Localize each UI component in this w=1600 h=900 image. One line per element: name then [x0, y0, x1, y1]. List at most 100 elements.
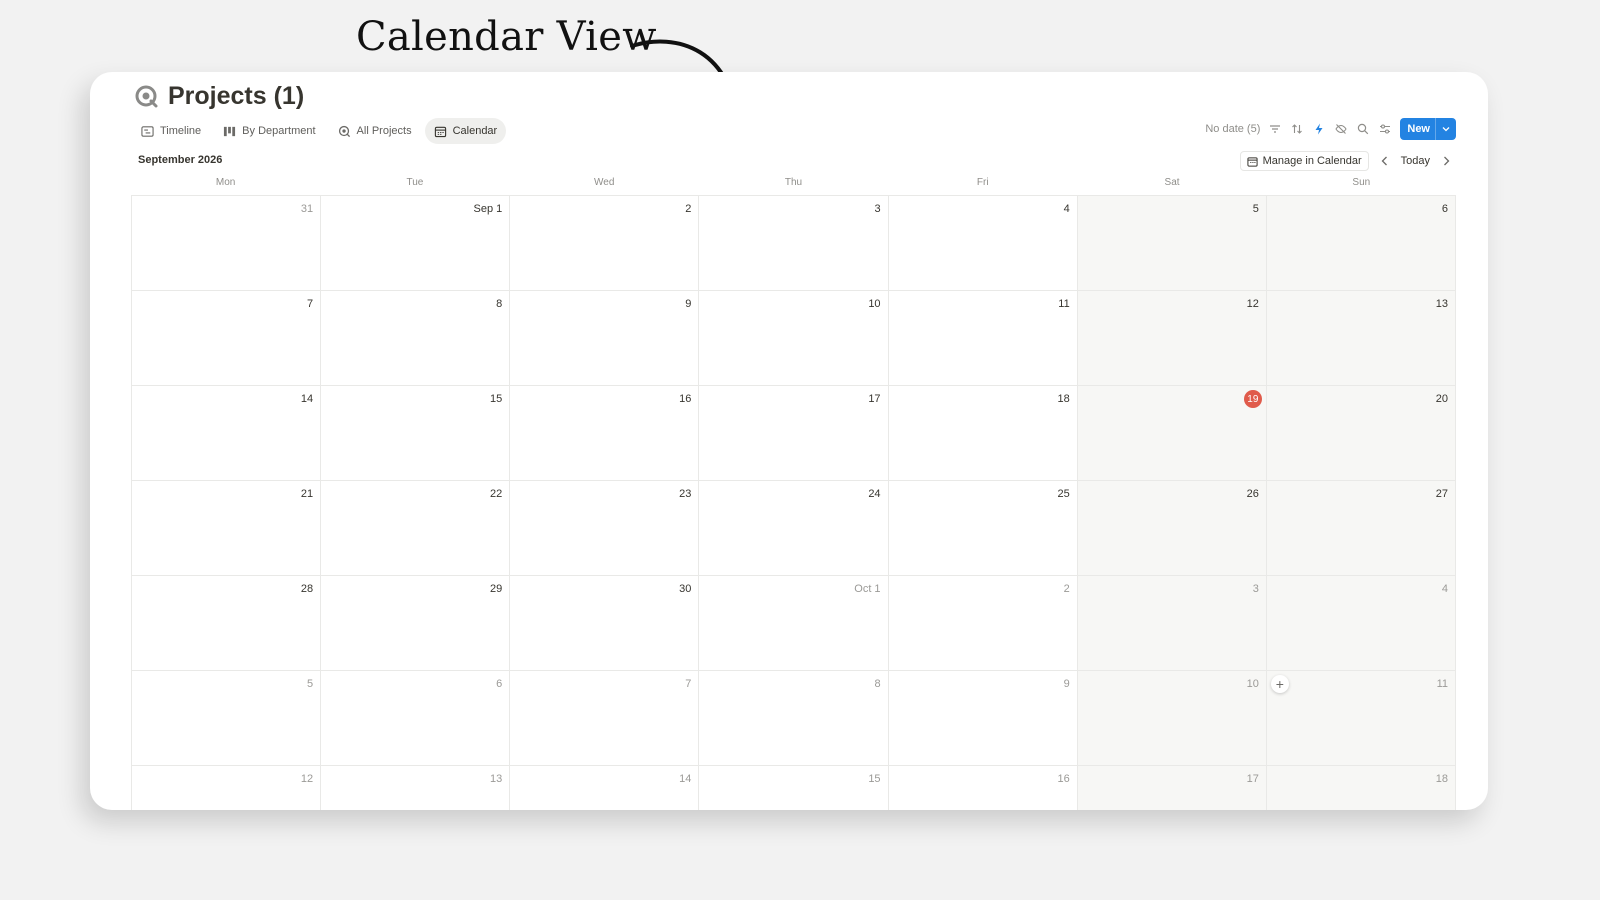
calendar-day[interactable]: Oct 1: [699, 576, 889, 671]
tab-timeline[interactable]: Timeline: [132, 118, 210, 144]
settings-icon[interactable]: [1378, 122, 1392, 136]
day-number: 4: [1063, 203, 1070, 215]
day-number: 12: [300, 773, 314, 785]
calendar-day[interactable]: 14: [510, 766, 700, 810]
tab-calendar[interactable]: Calendar: [424, 118, 507, 144]
add-event-button[interactable]: +: [1270, 675, 1289, 693]
calendar-day[interactable]: 5: [132, 671, 322, 766]
day-number: 7: [685, 678, 692, 690]
new-button[interactable]: New: [1400, 118, 1456, 140]
calendar-day[interactable]: 6: [1266, 196, 1456, 291]
day-number: 6: [1441, 203, 1448, 215]
calendar-day[interactable]: 17: [1077, 766, 1267, 810]
filter-icon[interactable]: [1268, 122, 1282, 136]
calendar-day[interactable]: 13: [1266, 291, 1456, 386]
calendar-day[interactable]: 21: [132, 481, 322, 576]
calendar-day[interactable]: 3: [699, 196, 889, 291]
tab-all-projects[interactable]: All Projects: [329, 118, 421, 144]
calendar-day[interactable]: 17: [699, 386, 889, 481]
hide-icon[interactable]: [1334, 122, 1348, 136]
calendar-icon: [1246, 156, 1258, 167]
calendar-day[interactable]: 23: [510, 481, 700, 576]
calendar-day[interactable]: 28: [132, 576, 322, 671]
day-number: 11: [1436, 678, 1448, 690]
calendar-day[interactable]: 9: [510, 291, 700, 386]
calendar-day[interactable]: 4: [888, 196, 1078, 291]
day-number: 3: [874, 203, 881, 215]
chevron-right-icon[interactable]: [1440, 155, 1452, 167]
day-number: 20: [1435, 393, 1448, 405]
chevron-left-icon[interactable]: [1379, 155, 1391, 167]
calendar-day[interactable]: Sep 1: [321, 196, 511, 291]
calendar-nav: Manage in Calendar Today: [1239, 151, 1452, 171]
day-number: 13: [490, 773, 503, 785]
calendar-day[interactable]: 6: [321, 671, 511, 766]
day-number: 21: [300, 488, 314, 500]
calendar-day[interactable]: 20: [1266, 386, 1456, 481]
day-number: 24: [868, 488, 881, 500]
calendar-day[interactable]: 13: [321, 766, 511, 810]
calendar-day[interactable]: 18: [888, 386, 1078, 481]
calendar-day[interactable]: 26: [1077, 481, 1267, 576]
calendar-day[interactable]: 3: [1077, 576, 1267, 671]
page-title: Projects (1): [168, 82, 305, 110]
tab-label: Calendar: [452, 125, 498, 137]
calendar-day[interactable]: 30: [510, 576, 700, 671]
calendar-icon: [434, 126, 446, 137]
calendar-day[interactable]: 22: [321, 481, 511, 576]
no-date-button[interactable]: No date (5): [1205, 123, 1260, 135]
calendar-day[interactable]: 14: [132, 386, 322, 481]
calendar-day[interactable]: 25: [888, 481, 1078, 576]
calendar-day[interactable]: 27: [1266, 481, 1456, 576]
calendar-day[interactable]: 18: [1266, 766, 1456, 810]
calendar-day[interactable]: 29: [321, 576, 511, 671]
tab-by-department[interactable]: By Department: [214, 118, 324, 144]
calendar-day[interactable]: 10: [1077, 671, 1267, 766]
chevron-down-icon[interactable]: [1435, 118, 1456, 140]
calendar-day[interactable]: 16: [510, 386, 700, 481]
calendar-day[interactable]: 2: [510, 196, 700, 291]
today-button[interactable]: Today: [1401, 155, 1430, 167]
manage-in-calendar-button[interactable]: Manage in Calendar: [1239, 151, 1369, 171]
calendar-day[interactable]: 12: [132, 766, 322, 810]
weekday-label: Fri: [976, 177, 989, 188]
calendar-day[interactable]: 15: [321, 386, 511, 481]
day-number: 19: [1243, 390, 1262, 408]
calendar-day-today[interactable]: 19: [1077, 386, 1267, 481]
calendar-day[interactable]: 10: [699, 291, 889, 386]
day-number: 12: [1246, 298, 1259, 310]
day-number: 15: [868, 773, 881, 785]
calendar-day[interactable]: 7: [132, 291, 322, 386]
view-toolbar: No date (5) New: [1205, 118, 1456, 140]
calendar-day[interactable]: 24: [699, 481, 889, 576]
day-number: 27: [1435, 488, 1448, 500]
weekday-label: Tue: [406, 177, 424, 188]
new-button-label: New: [1407, 123, 1430, 135]
calendar-day[interactable]: 12: [1077, 291, 1267, 386]
projects-icon: [338, 125, 350, 137]
weekday-header: Mon Tue Wed Thu Fri Sat Sun: [131, 177, 1456, 188]
calendar-day[interactable]: 15: [699, 766, 889, 810]
calendar-day[interactable]: 4: [1266, 576, 1456, 671]
calendar-day[interactable]: 9: [888, 671, 1078, 766]
calendar-day[interactable]: 8: [321, 291, 511, 386]
day-number: 2: [685, 203, 692, 215]
tab-label: By Department: [242, 125, 316, 137]
calendar-day[interactable]: 11: [888, 291, 1078, 386]
calendar-day[interactable]: 5: [1077, 196, 1267, 291]
sort-icon[interactable]: [1290, 122, 1304, 136]
calendar-day[interactable]: 8: [699, 671, 889, 766]
calendar-day[interactable]: 2: [888, 576, 1078, 671]
calendar-day[interactable]: 31: [132, 196, 322, 291]
view-tabs: Timeline By Department All Projects Cale…: [132, 118, 507, 144]
calendar-day[interactable]: 11 +: [1266, 671, 1456, 766]
automation-icon[interactable]: [1312, 122, 1326, 136]
day-number: 5: [307, 678, 314, 690]
calendar-day[interactable]: 16: [888, 766, 1078, 810]
calendar-day[interactable]: 7: [510, 671, 700, 766]
day-number: 16: [679, 393, 692, 405]
search-icon[interactable]: [1356, 122, 1370, 136]
day-number: 9: [1063, 678, 1070, 690]
day-number: 7: [307, 298, 314, 310]
projects-icon: [135, 85, 158, 107]
